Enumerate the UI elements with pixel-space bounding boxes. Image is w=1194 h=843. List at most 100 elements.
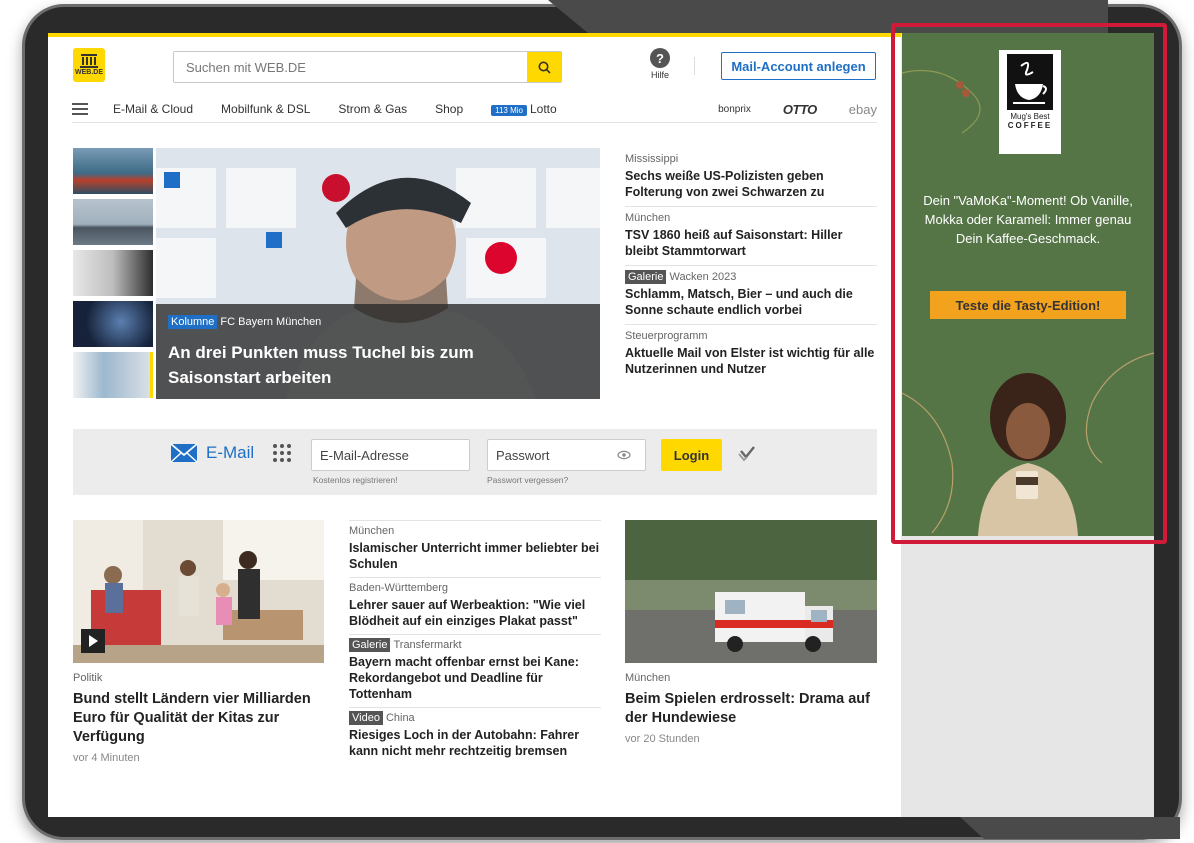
hero-tag: Kolumne [168,315,218,329]
news-item[interactable]: Mississippi Sechs weiße US-Polizisten ge… [625,148,877,207]
brand-otto[interactable]: OTTO [783,102,817,117]
nav-item-lotto[interactable]: 113 Mio Lotto [491,102,557,116]
email-field [311,439,470,471]
news-headline[interactable]: Bund stellt Ländern vier Milliarden Euro… [73,690,324,747]
nav-item-shop[interactable]: Shop [435,102,463,116]
search-icon [538,61,551,74]
play-icon [89,635,98,647]
news-headline[interactable]: Bayern macht offenbar ernst bei Kane: Re… [349,654,601,702]
logo-text: WEB.DE [75,69,103,76]
frame-reflection-bottom [960,817,1180,839]
news-kicker-text: Transfermarkt [393,639,462,651]
question-icon: ? [650,48,670,68]
search-input[interactable] [174,52,527,82]
envelope-icon [170,443,198,463]
forgot-password-link[interactable]: Passwort vergessen? [487,475,568,485]
hero-topic: FC Bayern München [220,316,322,328]
news-headline[interactable]: Beim Spielen erdrosselt: Drama auf der H… [625,690,877,728]
email-input[interactable] [312,447,469,463]
help-label: Hilfe [650,70,669,80]
kita-photo [73,520,324,663]
nav-item-mobilfunk[interactable]: Mobilfunk & DSL [221,102,310,116]
thumbnail-dancer[interactable] [73,301,153,347]
thumbnail-rescue-boat[interactable] [73,148,153,194]
thumbnail-press[interactable] [73,352,153,398]
building-icon [80,54,98,68]
news-item[interactable]: Baden-Württemberg Lehrer sauer auf Werbe… [349,578,601,635]
kita-image[interactable] [73,520,324,663]
register-link[interactable]: Kostenlos registrieren! [313,475,398,485]
news-item[interactable]: München TSV 1860 heiß auf Saisonstart: H… [625,207,877,266]
hero-title[interactable]: An drei Punkten muss Tuchel bis zum Sais… [168,340,528,390]
news-kicker: München [625,212,671,224]
help-link[interactable]: ? Hilfe [645,48,675,80]
news-item[interactable]: Galerie Transfermarkt Bayern macht offenb… [349,635,601,708]
ambulance-image[interactable] [625,520,877,663]
hero-teaser[interactable]: Kolumne FC Bayern München An drei Punkten… [156,148,600,399]
news-timestamp: vor 4 Minuten [73,752,140,764]
news-kicker: München [625,672,671,684]
brand-bonprix[interactable]: bonprix [718,104,751,115]
news-item[interactable]: Galerie Wacken 2023 Schlamm, Matsch, Bier… [625,266,877,325]
mail-login-box: E-Mail Kostenlos registrieren! Passwort … [73,429,877,495]
divider [694,57,695,75]
news-kicker: Galerie Transfermarkt [349,638,601,652]
news-kicker: Baden-Württemberg [349,582,449,594]
news-item[interactable]: Steuerprogramm Aktuelle Mail von Elster … [625,325,877,383]
brand-top-bar [48,33,901,37]
password-field [487,439,646,471]
news-timestamp: vor 20 Stunden [625,733,700,745]
brand-ebay[interactable]: ebay [849,102,877,117]
verified-icon[interactable] [738,445,756,463]
gallery-tag: Galerie [349,638,391,652]
create-mail-account-button[interactable]: Mail-Account anlegen [721,52,876,80]
news-headline[interactable]: TSV 1860 heiß auf Saisonstart: Hiller bl… [625,227,877,259]
news-kicker: Steuerprogramm [625,330,708,342]
nav-item-email-cloud[interactable]: E-Mail & Cloud [113,102,193,116]
news-kicker: Politik [73,672,103,684]
password-input[interactable] [488,447,617,463]
nav-divider [72,122,877,123]
middle-news-list: München Islamischer Unterricht immer bel… [349,520,601,764]
mail-label[interactable]: E-Mail [170,443,254,463]
top-news-list: Mississippi Sechs weiße US-Polizisten ge… [625,148,877,383]
news-headline[interactable]: Riesiges Loch in der Autobahn: Fahrer ka… [349,727,601,759]
news-headline[interactable]: Islamischer Unterricht immer beliebter b… [349,540,601,572]
play-button[interactable] [81,629,105,653]
search-box [173,51,562,83]
lotto-jackpot-badge: 113 Mio [491,105,527,116]
news-kicker: Galerie Wacken 2023 [625,270,877,284]
webde-logo[interactable]: WEB.DE [73,48,105,82]
news-headline[interactable]: Sechs weiße US-Polizisten geben Folterun… [625,168,877,200]
thumbnail-warship[interactable] [73,199,153,245]
gallery-tag: Galerie [625,270,667,284]
news-kicker: Mississippi [625,153,679,165]
apps-grid-icon[interactable] [273,444,291,462]
thumbnail-strip [73,148,153,403]
menu-icon[interactable] [72,103,88,115]
video-tag: Video [349,711,383,725]
hero-tagline: Kolumne FC Bayern München [168,315,322,329]
news-teaser-kita[interactable]: Politik Bund stellt Ländern vier Milliar… [73,672,324,764]
news-kicker: München [349,525,395,537]
ambulance-photo [625,520,877,663]
news-item[interactable]: München Islamischer Unterricht immer bel… [349,520,601,578]
news-kicker: Video China [349,711,601,725]
mail-label-text: E-Mail [206,443,255,462]
news-teaser-munich[interactable]: München Beim Spielen erdrosselt: Drama a… [625,672,877,745]
news-kicker-text: Wacken 2023 [669,271,737,283]
news-kicker-text: China [385,712,415,724]
lotto-label: Lotto [530,102,557,116]
news-headline[interactable]: Lehrer sauer auf Werbeaktion: "Wie viel … [349,597,601,629]
nav-item-strom-gas[interactable]: Strom & Gas [338,102,407,116]
eye-icon[interactable] [617,450,631,460]
partner-brands: bonprix OTTO ebay [718,102,877,117]
news-headline[interactable]: Aktuelle Mail von Elster ist wichtig für… [625,345,877,377]
main-nav: E-Mail & Cloud Mobilfunk & DSL Strom & G… [72,95,877,123]
search-button[interactable] [527,52,561,82]
news-headline[interactable]: Schlamm, Matsch, Bier – und auch die Son… [625,286,877,318]
news-item[interactable]: Video China Riesiges Loch in der Autobahn… [349,708,601,764]
ad-highlight-frame [891,23,1167,544]
thumbnail-portrait[interactable] [73,250,153,296]
login-button[interactable]: Login [661,439,722,471]
